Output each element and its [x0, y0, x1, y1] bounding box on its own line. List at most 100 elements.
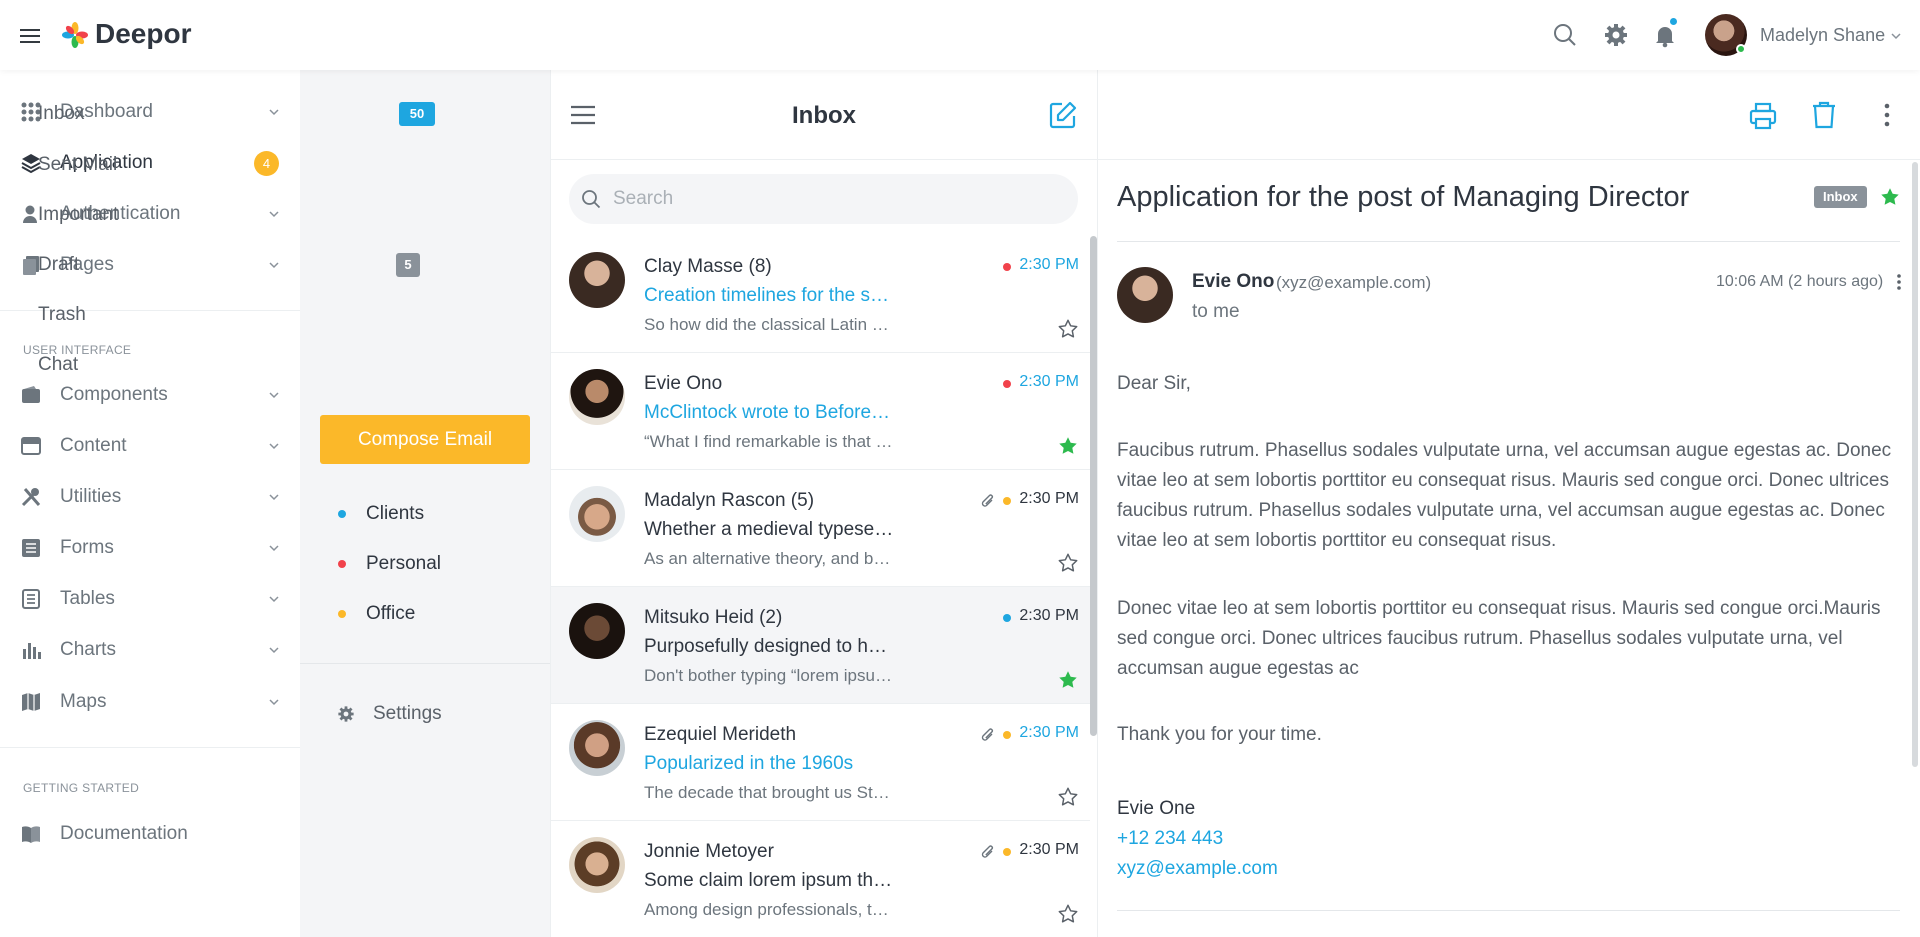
chevron-down-icon	[268, 491, 280, 503]
sidebar-item-label: Charts	[60, 639, 116, 660]
message-snippet: As an alternative theory, and because La…	[644, 549, 894, 568]
sender-email: (xyz@example.com)	[1276, 273, 1432, 292]
message-snippet: Among design professionals, there's a bi…	[644, 900, 894, 919]
signature-phone[interactable]: +12 234 443	[1117, 824, 1223, 854]
folder-sent-mail[interactable]: Sent Mail	[38, 154, 117, 176]
reader-bottom-divider	[1117, 910, 1900, 911]
folder-trash[interactable]: Trash	[38, 304, 86, 326]
chevron-down-icon[interactable]	[1890, 30, 1902, 42]
sidebar-item-label: Maps	[60, 691, 107, 712]
top-bar: Deepor Madelyn Shane	[0, 0, 1920, 70]
folder-draft[interactable]: Draft	[38, 254, 79, 276]
bell-icon[interactable]	[1652, 22, 1678, 48]
message-row[interactable]: Evie Ono McClintock wrote to Before & Af…	[551, 353, 1090, 470]
label-clients[interactable]: Clients	[366, 503, 424, 525]
message-list-scrollbar[interactable]	[1090, 236, 1097, 736]
message-row[interactable]: Jonnie Metoyer Some claim lorem ipsum th…	[551, 821, 1090, 937]
more-vertical-icon[interactable]	[1896, 273, 1902, 291]
sidebar-item-charts[interactable]: Charts	[0, 625, 300, 675]
message-time: 2:30 PM	[1019, 490, 1079, 507]
message-row[interactable]: Ezequiel Merideth Popularized in the 196…	[551, 704, 1090, 821]
message-list-header: Inbox	[550, 70, 1098, 160]
message-snippet: So how did the classical Latin become so…	[644, 315, 894, 334]
email-paragraph: Donec vitae leo at sem lobortis porttito…	[1117, 598, 1881, 679]
message-sender: Madalyn Rascon (5)	[644, 490, 815, 511]
search-icon	[581, 189, 601, 209]
search-icon[interactable]	[1552, 22, 1578, 48]
avatar	[569, 369, 625, 425]
sidebar-item-label: Content	[60, 435, 127, 456]
message-sender: Jonnie Metoyer	[644, 841, 774, 862]
printer-icon[interactable]	[1748, 101, 1778, 131]
folder-settings[interactable]: Settings	[373, 703, 442, 725]
more-vertical-icon[interactable]	[1884, 103, 1890, 127]
email-paragraph: Faucibus rutrum. Phasellus sodales vulpu…	[1117, 440, 1892, 551]
book-icon	[20, 823, 42, 845]
label-dot-office	[338, 610, 346, 618]
menu-icon[interactable]	[18, 24, 42, 48]
message-snippet: “What I find remarkable is that this tex…	[644, 432, 894, 451]
draft-count-badge: 5	[396, 253, 420, 277]
chevron-down-icon	[268, 106, 280, 118]
sidebar-item-label: Tables	[60, 588, 115, 609]
star-outline-icon[interactable]	[1057, 786, 1079, 808]
user-name[interactable]: Madelyn Shane	[1760, 25, 1885, 46]
star-filled-icon[interactable]	[1879, 186, 1901, 208]
star-filled-icon[interactable]	[1057, 669, 1079, 691]
sidebar-item-content[interactable]: Content	[0, 421, 300, 471]
gear-icon[interactable]	[1603, 22, 1629, 48]
label-dot	[1003, 263, 1011, 271]
chart-icon	[20, 639, 42, 661]
folder-inbox[interactable]: Inbox	[38, 103, 84, 125]
star-outline-icon[interactable]	[1057, 903, 1079, 925]
folder-chat[interactable]: Chat	[38, 354, 78, 376]
message-row[interactable]: Madalyn Rascon (5) Whether a medieval ty…	[551, 470, 1090, 587]
chevron-down-icon	[268, 644, 280, 656]
message-subject: Popularized in the 1960s	[644, 753, 854, 774]
sidebar-item-maps[interactable]: Maps	[0, 677, 300, 727]
brand-name[interactable]: Deepor	[95, 18, 191, 50]
email-subject-title: Application for the post of Managing Dir…	[1117, 181, 1690, 213]
logo-icon	[61, 21, 89, 49]
star-outline-icon[interactable]	[1057, 552, 1079, 574]
folders-divider	[300, 663, 550, 664]
message-sender: Clay Masse (8)	[644, 256, 772, 277]
label-dot	[1003, 731, 1011, 739]
chevron-down-icon	[268, 593, 280, 605]
message-time: 2:30 PM	[1019, 724, 1079, 741]
signature-email[interactable]: xyz@example.com	[1117, 854, 1278, 884]
sender-name: Evie Ono	[1192, 271, 1275, 292]
sidebar-item-documentation[interactable]: Documentation	[0, 809, 300, 859]
message-row[interactable]: Clay Masse (8) Creation timelines for th…	[551, 236, 1090, 353]
message-subject: Whether a medieval typesetter chose to g…	[644, 519, 894, 540]
section-title-getting-started: GETTING STARTED	[23, 781, 140, 795]
message-time: 2:30 PM	[1019, 373, 1079, 390]
reading-pane-scrollbar[interactable]	[1912, 162, 1918, 767]
sidebar-item-utilities[interactable]: Utilities	[0, 472, 300, 522]
trash-icon[interactable]	[1811, 100, 1837, 130]
paperclip-icon	[980, 843, 996, 861]
message-row[interactable]: Mitsuko Heid (2) Purposefully designed t…	[551, 587, 1090, 704]
recipient-text: to me	[1192, 301, 1240, 322]
star-outline-icon[interactable]	[1057, 318, 1079, 340]
sidebar-item-components[interactable]: Components	[0, 370, 300, 420]
label-dot	[1003, 614, 1011, 622]
signature-name: Evie One	[1117, 798, 1196, 819]
online-status-dot	[1736, 44, 1746, 54]
sidebar-item-tables[interactable]: Tables	[0, 574, 300, 624]
compose-icon[interactable]	[1048, 100, 1078, 130]
label-personal[interactable]: Personal	[366, 553, 441, 575]
avatar	[569, 252, 625, 308]
folder-important[interactable]: Important	[38, 204, 118, 226]
email-date: 10:06 AM (2 hours ago)	[1716, 273, 1884, 290]
label-office[interactable]: Office	[366, 603, 415, 625]
star-filled-icon[interactable]	[1057, 435, 1079, 457]
avatar	[569, 837, 625, 893]
avatar	[569, 603, 625, 659]
compose-email-button[interactable]: Compose Email	[320, 415, 530, 464]
sidebar-item-forms[interactable]: Forms	[0, 523, 300, 573]
label-dot-personal	[338, 560, 346, 568]
sidebar-item-label: Components	[60, 384, 168, 405]
search-input[interactable]	[613, 174, 1063, 224]
sidebar-item-label: Utilities	[60, 486, 122, 507]
